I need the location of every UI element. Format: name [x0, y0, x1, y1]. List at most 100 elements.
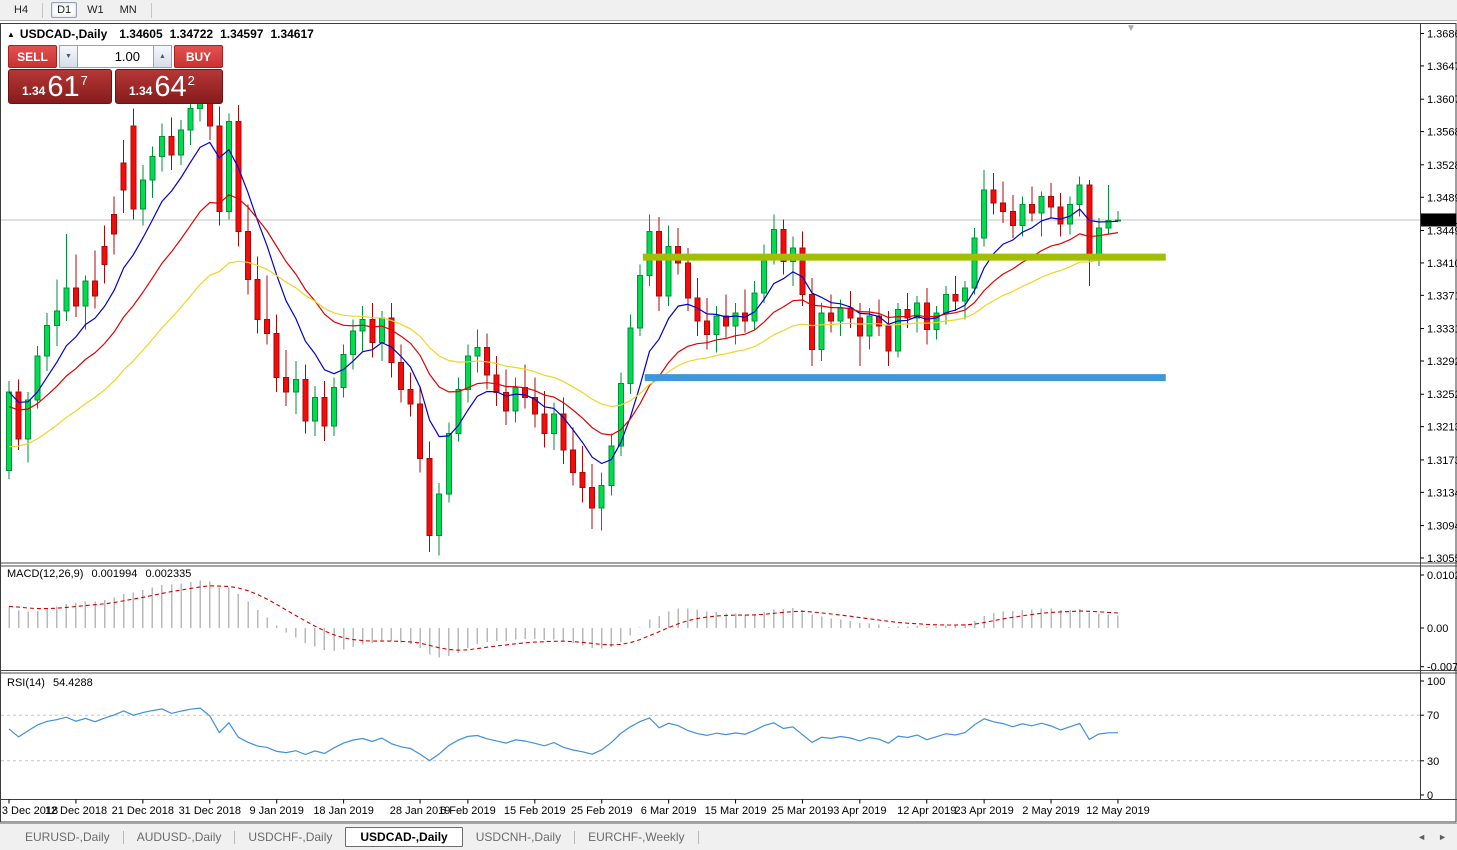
- chart-window: 1.36860 1.36470 1.36070 1.35680 1.35280 1.348…: [0, 22, 1457, 823]
- ohlc-low: 1.34597: [220, 27, 263, 41]
- svg-text:2 May 2019: 2 May 2019: [1022, 805, 1079, 817]
- svg-text:18 Jan 2019: 18 Jan 2019: [313, 805, 374, 817]
- macd-value: 0.001994: [91, 568, 137, 580]
- svg-text:3 Apr 2019: 3 Apr 2019: [833, 805, 886, 817]
- volume-down-button[interactable]: ▼: [59, 45, 78, 68]
- rsi-name: RSI(14): [7, 677, 45, 689]
- tab-scroll-right-icon[interactable]: ►: [1438, 832, 1447, 842]
- timeframe-button-h4[interactable]: H4: [8, 2, 34, 18]
- volume-up-button[interactable]: ▲: [153, 45, 172, 68]
- tab-usdchf-daily[interactable]: USDCHF-,Daily: [235, 827, 345, 847]
- tab-divider: [698, 831, 699, 844]
- svg-text:12 Dec 2018: 12 Dec 2018: [45, 805, 107, 817]
- svg-text:0.010229: 0.010229: [1427, 570, 1457, 582]
- volume-stepper: ▼ ▲: [59, 45, 172, 68]
- svg-text:1.36070: 1.36070: [1427, 94, 1457, 106]
- rsi-pane: [1, 708, 1420, 761]
- volume-input[interactable]: [78, 45, 153, 68]
- ohlc-open: 1.34605: [119, 27, 162, 41]
- svg-text:21 Dec 2018: 21 Dec 2018: [112, 805, 174, 817]
- mt4-terminal: H4 D1 W1 MN 1.36860 1.36470 1.36070 1.35680…: [0, 0, 1457, 850]
- macd-label: MACD(12,26,9) 0.001994 0.002335: [7, 568, 196, 580]
- rsi-axis: 10070300: [1421, 676, 1446, 802]
- sell-button[interactable]: SELL: [8, 45, 57, 68]
- ohlc-high: 1.34722: [170, 27, 213, 41]
- rsi-line: [9, 708, 1118, 761]
- sell-price-base: 1.34: [22, 84, 45, 98]
- one-click-trade-panel: SELL ▼ ▲ BUY 1.34 61 7 1.34 64 2: [8, 45, 223, 104]
- ohlc-close: 1.34617: [270, 27, 313, 41]
- tab-scroll-arrows: ◄ ►: [1417, 832, 1447, 842]
- svg-text:23 Apr 2019: 23 Apr 2019: [954, 805, 1013, 817]
- macd-axis: 0.010229 0.00 -0.00747: [1421, 570, 1457, 674]
- macd-name: MACD(12,26,9): [7, 568, 83, 580]
- svg-text:15 Feb 2019: 15 Feb 2019: [504, 805, 566, 817]
- svg-text:1.31340: 1.31340: [1427, 487, 1457, 499]
- date-axis: 3 Dec 201812 Dec 201821 Dec 201831 Dec 2…: [2, 800, 1150, 818]
- price-chart-canvas[interactable]: 1.36860 1.36470 1.36070 1.35680 1.35280 1.348…: [0, 22, 1457, 823]
- rsi-label: RSI(14) 54.4288: [7, 677, 98, 689]
- svg-text:1.33310: 1.33310: [1427, 324, 1457, 336]
- buy-price-pips: 64: [154, 73, 186, 102]
- svg-text:70: 70: [1427, 710, 1439, 722]
- tab-eurusd-daily[interactable]: EURUSD-,Daily: [12, 827, 123, 847]
- timeframe-button-w1[interactable]: W1: [81, 2, 110, 18]
- svg-text:1.36470: 1.36470: [1427, 61, 1457, 73]
- macd-signal-value: 0.002335: [145, 568, 191, 580]
- svg-text:1.34617: 1.34617: [1424, 215, 1457, 227]
- svg-text:1.31730: 1.31730: [1427, 455, 1457, 467]
- svg-text:25 Feb 2019: 25 Feb 2019: [571, 805, 633, 817]
- tab-audusd-daily[interactable]: AUDUSD-,Daily: [124, 827, 235, 847]
- sell-price-quote[interactable]: 1.34 61 7: [8, 69, 112, 104]
- svg-text:15 Mar 2019: 15 Mar 2019: [705, 805, 767, 817]
- tab-usdcad-daily[interactable]: USDCAD-,Daily: [345, 827, 462, 847]
- buy-button[interactable]: BUY: [174, 45, 223, 68]
- tab-usdcnh-daily[interactable]: USDCNH-,Daily: [463, 827, 574, 847]
- svg-text:-0.00747: -0.00747: [1427, 662, 1457, 674]
- tab-eurchf-weekly[interactable]: EURCHF-,Weekly: [575, 827, 697, 847]
- symbol-title: USDCAD-,Daily: [20, 27, 107, 41]
- timeframe-toolbar: H4 D1 W1 MN: [0, 0, 1457, 21]
- scroll-to-end-marker-icon[interactable]: ▼: [1126, 23, 1136, 34]
- svg-text:9 Jan 2019: 9 Jan 2019: [249, 805, 303, 817]
- timeframe-button-d1[interactable]: D1: [51, 2, 77, 18]
- svg-text:1.36860: 1.36860: [1427, 29, 1457, 41]
- toolbar-divider: [42, 3, 43, 18]
- svg-text:12 Apr 2019: 12 Apr 2019: [897, 805, 956, 817]
- sell-price-point: 7: [81, 73, 88, 88]
- svg-text:1.32520: 1.32520: [1427, 389, 1457, 401]
- svg-text:6 Feb 2019: 6 Feb 2019: [440, 805, 496, 817]
- svg-text:1.34100: 1.34100: [1427, 258, 1457, 270]
- price-axis: 1.36860 1.36470 1.36070 1.35680 1.35280 1.348…: [1421, 29, 1457, 565]
- toolbar-divider: [151, 3, 152, 18]
- symbol-marker-icon: ▲: [7, 30, 15, 39]
- svg-text:1.34490: 1.34490: [1427, 225, 1457, 237]
- svg-text:6 Mar 2019: 6 Mar 2019: [641, 805, 697, 817]
- svg-text:100: 100: [1427, 676, 1445, 688]
- buy-price-point: 2: [188, 73, 195, 88]
- svg-text:0.00: 0.00: [1427, 623, 1448, 635]
- sell-price-pips: 61: [47, 73, 79, 102]
- svg-text:25 Mar 2019: 25 Mar 2019: [772, 805, 834, 817]
- svg-text:1.35680: 1.35680: [1427, 127, 1457, 139]
- svg-text:1.35280: 1.35280: [1427, 160, 1457, 172]
- tab-scroll-left-icon[interactable]: ◄: [1417, 832, 1426, 842]
- timeframe-button-mn[interactable]: MN: [114, 2, 143, 18]
- svg-text:1.32920: 1.32920: [1427, 356, 1457, 368]
- macd-pane: [9, 581, 1118, 658]
- svg-text:1.33710: 1.33710: [1427, 290, 1457, 302]
- candles-layer: [7, 87, 1121, 556]
- object-lines-layer: [643, 257, 1166, 378]
- svg-text:1.34890: 1.34890: [1427, 192, 1457, 204]
- rsi-value: 54.4288: [53, 677, 93, 689]
- buy-price-quote[interactable]: 1.34 64 2: [115, 69, 223, 104]
- svg-text:1.30940: 1.30940: [1427, 521, 1457, 533]
- symbol-tab-bar: EURUSD-,Daily AUDUSD-,Daily USDCHF-,Dail…: [0, 823, 1457, 850]
- svg-text:12 May 2019: 12 May 2019: [1086, 805, 1150, 817]
- symbol-ohlc-line: ▲ USDCAD-,Daily 1.34605 1.34722 1.34597 …: [7, 27, 321, 41]
- buy-price-base: 1.34: [129, 84, 152, 98]
- svg-text:1.30550: 1.30550: [1427, 553, 1457, 565]
- svg-text:30: 30: [1427, 756, 1439, 768]
- svg-text:31 Dec 2018: 31 Dec 2018: [179, 805, 241, 817]
- svg-text:1.32130: 1.32130: [1427, 422, 1457, 434]
